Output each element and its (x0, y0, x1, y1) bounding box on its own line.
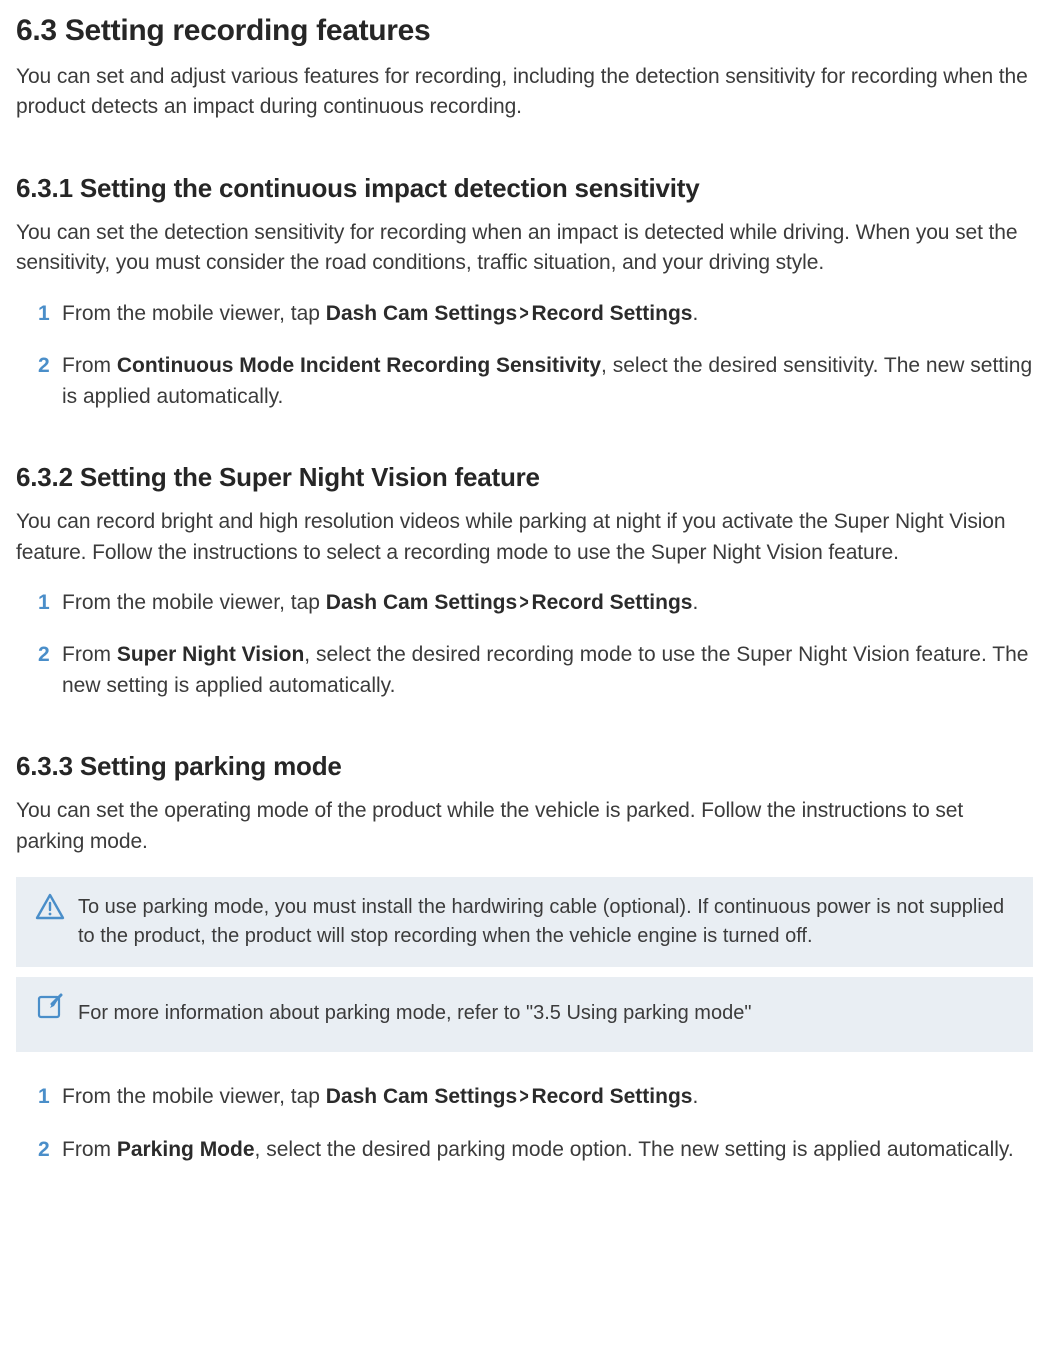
step-row: 2 From Super Night Vision, select the de… (38, 640, 1033, 701)
step-text-part: From (62, 643, 117, 666)
step-text-part: From the mobile viewer, tap (62, 591, 326, 614)
warning-callout: To use parking mode, you must install th… (16, 877, 1033, 967)
step-bold: Super Night Vision (117, 643, 304, 666)
step-bold: Continuous Mode Incident Recording Sensi… (117, 354, 601, 377)
note-icon (30, 993, 70, 1021)
note-text: For more information about parking mode,… (78, 991, 1015, 1036)
step-number: 1 (38, 588, 52, 618)
step-row: 2 From Parking Mode, select the desired … (38, 1135, 1033, 1165)
step-text-part: From the mobile viewer, tap (62, 1085, 326, 1108)
step-text-part: From (62, 1138, 117, 1161)
step-text-part: From the mobile viewer, tap (62, 302, 326, 325)
step-row: 1 From the mobile viewer, tap Dash Cam S… (38, 588, 1033, 618)
step-number: 1 (38, 1082, 52, 1112)
warning-icon (30, 893, 70, 921)
step-text: From Super Night Vision, select the desi… (62, 640, 1033, 701)
step-bold: Record Settings (531, 302, 692, 325)
step-row: 2 From Continuous Mode Incident Recordin… (38, 351, 1033, 412)
subsection-intro-2: You can record bright and high resolutio… (16, 507, 1033, 568)
step-bold: Dash Cam Settings (326, 1085, 517, 1108)
chevron-right-icon: > (520, 1082, 529, 1112)
subsection-intro-1: You can set the detection sensitivity fo… (16, 218, 1033, 279)
step-text: From Parking Mode, select the desired pa… (62, 1135, 1033, 1165)
subsection-heading-3: 6.3.3 Setting parking mode (16, 751, 1033, 782)
step-bold: Dash Cam Settings (326, 302, 517, 325)
step-row: 1 From the mobile viewer, tap Dash Cam S… (38, 1082, 1033, 1112)
subsection-heading-2: 6.3.2 Setting the Super Night Vision fea… (16, 462, 1033, 493)
section-intro: You can set and adjust various features … (16, 62, 1033, 123)
step-text: From the mobile viewer, tap Dash Cam Set… (62, 588, 1033, 618)
note-callout: For more information about parking mode,… (16, 977, 1033, 1052)
chevron-right-icon: > (520, 588, 529, 618)
step-text-part: . (692, 302, 698, 325)
step-number: 2 (38, 351, 52, 381)
step-text: From Continuous Mode Incident Recording … (62, 351, 1033, 412)
step-bold: Dash Cam Settings (326, 591, 517, 614)
step-number: 1 (38, 299, 52, 329)
step-text-part: From (62, 354, 117, 377)
step-number: 2 (38, 640, 52, 670)
warning-text: To use parking mode, you must install th… (78, 891, 1015, 951)
step-text: From the mobile viewer, tap Dash Cam Set… (62, 1082, 1033, 1112)
subsection-intro-3: You can set the operating mode of the pr… (16, 796, 1033, 857)
chevron-right-icon: > (520, 299, 529, 329)
step-row: 1 From the mobile viewer, tap Dash Cam S… (38, 299, 1033, 329)
subsection-heading-1: 6.3.1 Setting the continuous impact dete… (16, 173, 1033, 204)
step-text-part: . (692, 591, 698, 614)
step-text-part: , select the desired parking mode option… (255, 1138, 1014, 1161)
step-number: 2 (38, 1135, 52, 1165)
step-text: From the mobile viewer, tap Dash Cam Set… (62, 299, 1033, 329)
step-text-part: . (692, 1085, 698, 1108)
step-bold: Parking Mode (117, 1138, 255, 1161)
step-bold: Record Settings (531, 1085, 692, 1108)
step-bold: Record Settings (531, 591, 692, 614)
section-heading: 6.3 Setting recording features (16, 14, 1033, 48)
